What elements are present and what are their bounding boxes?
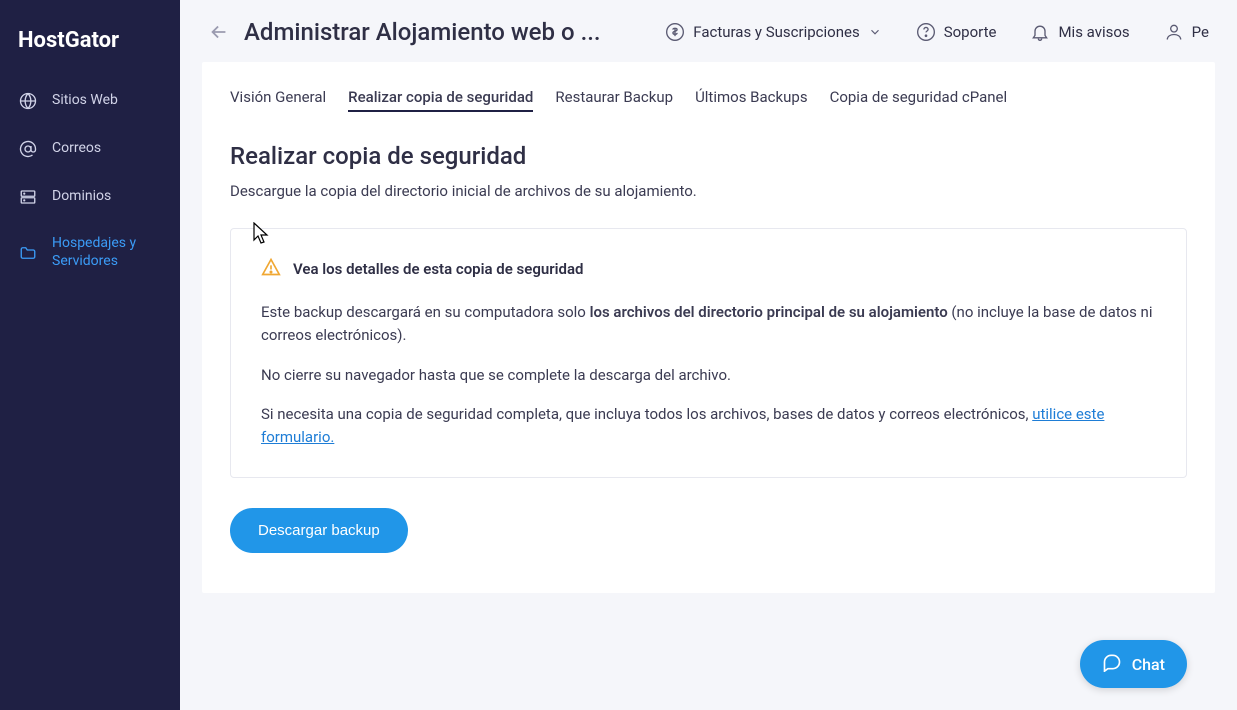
globe-icon bbox=[18, 91, 38, 111]
bell-icon bbox=[1030, 22, 1050, 42]
at-icon bbox=[18, 139, 38, 159]
profile-label: Pe bbox=[1192, 23, 1209, 41]
support-link[interactable]: Soporte bbox=[916, 22, 997, 42]
server-icon bbox=[18, 187, 38, 207]
sidebar-item-mail[interactable]: Correos bbox=[0, 125, 180, 173]
sidebar-item-domains[interactable]: Dominios bbox=[0, 173, 180, 221]
folder-icon bbox=[18, 243, 38, 263]
billing-link[interactable]: Facturas y Suscripciones bbox=[665, 22, 881, 42]
tabs: Visión General Realizar copia de segurid… bbox=[230, 88, 1187, 112]
page-title: Administrar Alojamiento web o ... bbox=[244, 18, 601, 46]
tab-restore[interactable]: Restaurar Backup bbox=[555, 88, 673, 112]
chat-button[interactable]: Chat bbox=[1080, 640, 1187, 688]
section-desc: Descargue la copia del directorio inicia… bbox=[230, 182, 1187, 200]
topbar: Administrar Alojamiento web o ... Factur… bbox=[180, 0, 1237, 62]
chat-icon bbox=[1102, 652, 1122, 676]
chevron-down-icon bbox=[868, 25, 882, 39]
section-title: Realizar copia de seguridad bbox=[230, 142, 1187, 170]
info-box: Vea los detalles de esta copia de seguri… bbox=[230, 228, 1187, 478]
profile-link[interactable]: Pe bbox=[1164, 22, 1209, 42]
tab-overview[interactable]: Visión General bbox=[230, 88, 326, 112]
info-paragraph-3: Si necesita una copia de seguridad compl… bbox=[261, 403, 1156, 450]
sidebar-item-label: Hospedajes y Servidores bbox=[52, 235, 162, 270]
sidebar-item-label: Correos bbox=[52, 140, 101, 158]
notices-label: Mis avisos bbox=[1058, 23, 1129, 41]
sidebar-item-sites[interactable]: Sitios Web bbox=[0, 77, 180, 125]
tab-latest[interactable]: Últimos Backups bbox=[695, 88, 808, 112]
user-icon bbox=[1164, 22, 1184, 42]
info-paragraph-1: Este backup descargará en su computadora… bbox=[261, 301, 1156, 348]
brand-logo: HostGator bbox=[0, 20, 180, 77]
sidebar-item-label: Sitios Web bbox=[52, 92, 118, 110]
tab-backup[interactable]: Realizar copia de seguridad bbox=[348, 88, 533, 112]
warning-icon bbox=[261, 257, 281, 281]
main: Administrar Alojamiento web o ... Factur… bbox=[180, 0, 1237, 710]
sidebar-item-hosting[interactable]: Hospedajes y Servidores bbox=[0, 221, 180, 284]
info-paragraph-2: No cierre su navegador hasta que se comp… bbox=[261, 364, 1156, 387]
info-title: Vea los detalles de esta copia de seguri… bbox=[293, 260, 583, 278]
billing-label: Facturas y Suscripciones bbox=[693, 23, 859, 41]
back-button[interactable] bbox=[208, 21, 230, 43]
tab-cpanel[interactable]: Copia de seguridad cPanel bbox=[830, 88, 1008, 112]
sidebar-item-label: Dominios bbox=[52, 188, 111, 206]
notices-link[interactable]: Mis avisos bbox=[1030, 22, 1129, 42]
support-label: Soporte bbox=[944, 23, 997, 41]
sidebar: HostGator Sitios Web Correos Dominios Ho… bbox=[0, 0, 180, 710]
download-backup-button[interactable]: Descargar backup bbox=[230, 508, 408, 553]
dollar-icon bbox=[665, 22, 685, 42]
help-icon bbox=[916, 22, 936, 42]
content-panel: Visión General Realizar copia de segurid… bbox=[202, 62, 1215, 593]
chat-label: Chat bbox=[1132, 655, 1165, 674]
